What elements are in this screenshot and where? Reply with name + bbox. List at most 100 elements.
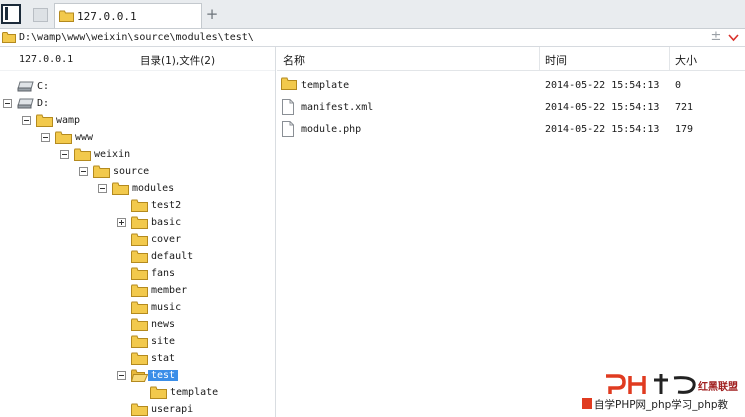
watermark-brand: 红黑联盟: [698, 382, 738, 393]
collapse-icon[interactable]: [22, 116, 31, 125]
open-folder-icon: [130, 369, 149, 385]
tab-label: 127.0.0.1: [77, 10, 137, 23]
folder-icon: [131, 233, 148, 249]
tree-node[interactable]: default: [0, 248, 275, 266]
folder-icon: [112, 182, 129, 198]
tree-node-label: member: [151, 285, 188, 296]
file-row[interactable]: module.php 2014-05-22 15:54:13 179: [277, 118, 745, 140]
tree-node-label: C:: [37, 81, 50, 92]
drive-icon: [17, 98, 34, 112]
tree-node-label: music: [151, 302, 182, 313]
tree-node-label: default: [151, 251, 194, 262]
column-name[interactable]: 名称: [283, 52, 305, 68]
document-icon: [281, 99, 295, 118]
tree-node[interactable]: basic: [0, 214, 275, 232]
tree-node[interactable]: site: [0, 333, 275, 351]
tree-node[interactable]: news: [0, 316, 275, 334]
tree-node-label: cover: [151, 234, 182, 245]
file-row[interactable]: template 2014-05-22 15:54:13 0: [277, 74, 745, 96]
panel-toggle-icon[interactable]: [1, 4, 21, 24]
tab-bar: 127.0.0.1 +: [0, 0, 745, 29]
tree-node-label: D:: [37, 98, 50, 109]
column-divider[interactable]: [539, 47, 540, 71]
tree-node[interactable]: userapi: [0, 401, 275, 417]
tree-node-label: wamp: [56, 115, 81, 126]
tree-node-label: stat: [151, 353, 176, 364]
expand-icon[interactable]: [117, 218, 126, 227]
column-time[interactable]: 时间: [545, 52, 567, 68]
file-time: 2014-05-22 15:54:13: [545, 102, 660, 113]
address-path[interactable]: D:\wamp\www\weixin\source\modules\test\: [19, 32, 254, 43]
collapse-icon[interactable]: [117, 371, 126, 380]
file-size: 721: [675, 102, 694, 113]
window-icon[interactable]: [30, 4, 50, 24]
tree-node-label: www: [75, 132, 94, 143]
tree-node[interactable]: stat: [0, 350, 275, 367]
folder-icon: [131, 250, 148, 266]
tree-node[interactable]: music: [0, 299, 275, 316]
folder-icon: [2, 32, 16, 46]
collapse-icon[interactable]: [79, 167, 88, 176]
folder-icon: [59, 10, 74, 25]
collapse-icon[interactable]: [60, 150, 69, 159]
tree-node-label: modules: [132, 183, 175, 194]
folder-icon: [150, 386, 167, 402]
tree-node[interactable]: cover: [0, 231, 275, 249]
folder-icon: [36, 114, 53, 130]
tree-node-label: fans: [151, 268, 176, 279]
folder-tree-pane: 127.0.0.1 目录(1),文件(2) C: D: wamp www weixin s…: [0, 47, 276, 417]
chevron-down-icon[interactable]: [728, 33, 739, 43]
tree-node-label: weixin: [94, 149, 131, 160]
tree-node[interactable]: www: [0, 129, 275, 147]
column-size[interactable]: 大小: [675, 52, 697, 68]
tree-node-label: basic: [151, 217, 182, 228]
file-name: manifest.xml: [301, 102, 374, 113]
tree-node[interactable]: C:: [0, 78, 275, 95]
tree-node[interactable]: member: [0, 282, 275, 300]
drive-icon: [17, 81, 34, 95]
tree-node[interactable]: wamp: [0, 112, 275, 130]
tree-node-label: userapi: [151, 404, 194, 415]
document-icon: [281, 121, 295, 140]
folder-icon: [131, 284, 148, 300]
folder-icon: [131, 403, 148, 417]
file-row[interactable]: manifest.xml 2014-05-22 15:54:13 721: [277, 96, 745, 118]
add-tab-button[interactable]: +: [205, 5, 219, 23]
folder-icon: [131, 318, 148, 334]
collapse-icon[interactable]: [3, 99, 12, 108]
tab-server[interactable]: 127.0.0.1: [54, 3, 202, 28]
tree-node[interactable]: test: [0, 367, 275, 385]
watermark-logo: [606, 374, 696, 394]
folder-icon: [74, 148, 91, 164]
address-bar[interactable]: D:\wamp\www\weixin\source\modules\test\ …: [0, 29, 745, 47]
tree-header: 127.0.0.1 目录(1),文件(2): [0, 47, 275, 71]
file-size: 0: [675, 80, 682, 91]
folder-icon: [55, 131, 72, 147]
file-name: template: [301, 80, 350, 91]
tree-node[interactable]: source: [0, 163, 275, 180]
folder-icon: [131, 335, 148, 351]
collapse-icon[interactable]: [41, 133, 50, 142]
tree-node-label: news: [151, 319, 176, 330]
collapse-icon[interactable]: [98, 184, 107, 193]
host-label: 127.0.0.1: [19, 54, 74, 65]
tree-node[interactable]: template: [0, 384, 275, 402]
folder-icon: [131, 199, 148, 215]
file-time: 2014-05-22 15:54:13: [545, 80, 660, 91]
tree-node[interactable]: modules: [0, 180, 275, 198]
tree-node-label: site: [151, 336, 176, 347]
file-list-pane: 名称 时间 大小 template 2014-05-22 15:54:13 0 …: [277, 47, 745, 417]
tree-node-label: template: [170, 387, 219, 398]
php-icon: [582, 398, 592, 409]
file-name: module.php: [301, 124, 362, 135]
tree-node[interactable]: test2: [0, 197, 275, 215]
file-size: 179: [675, 124, 694, 135]
tree-node[interactable]: weixin: [0, 146, 275, 164]
column-divider[interactable]: [669, 47, 670, 71]
bookmark-toggle-button[interactable]: ±: [710, 29, 722, 44]
tree-node[interactable]: D:: [0, 95, 275, 112]
tree-node[interactable]: fans: [0, 265, 275, 282]
file-time: 2014-05-22 15:54:13: [545, 124, 660, 135]
folder-icon: [281, 77, 297, 93]
folder-icon: [131, 216, 148, 232]
